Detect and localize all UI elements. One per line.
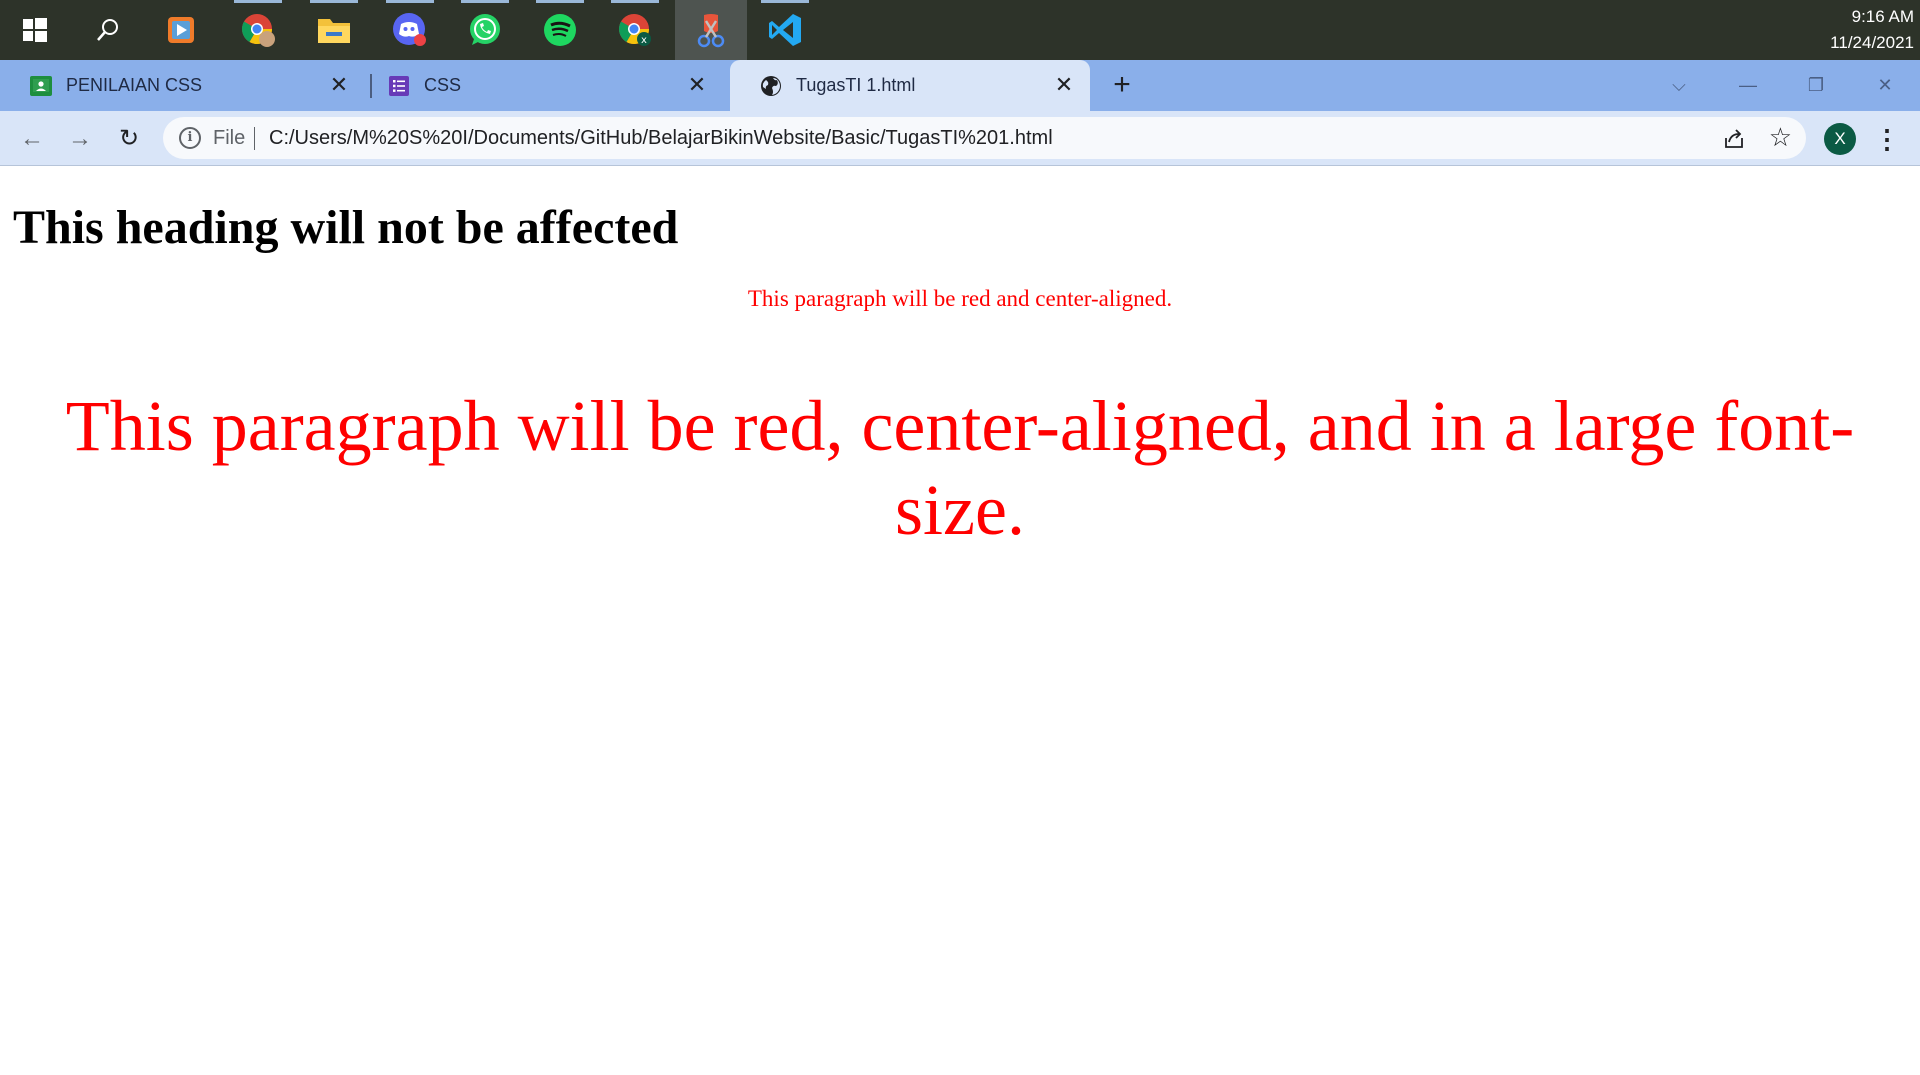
windows-taskbar: x 9:16 AM 11/24/2021	[0, 0, 1920, 60]
chrome-icon[interactable]: x	[605, 0, 665, 60]
restore-window-icon[interactable]: ❐	[1793, 70, 1839, 100]
svg-text:x: x	[641, 35, 647, 46]
clock-time: 9:16 AM	[1851, 7, 1914, 26]
tab-penilaian-css[interactable]: PENILAIAN CSS ✕	[0, 60, 365, 111]
minimize-window-icon[interactable]: —	[1725, 70, 1771, 100]
windows-start-icon[interactable]	[5, 0, 65, 60]
omnibox-divider	[254, 127, 255, 150]
globe-icon	[760, 75, 782, 97]
vscode-icon[interactable]	[755, 0, 815, 60]
tab-tugasti-html[interactable]: TugasTI 1.html ✕	[730, 60, 1090, 111]
large-red-centered-paragraph: This paragraph will be red, center-align…	[65, 386, 1855, 550]
close-window-icon[interactable]: ✕	[1862, 70, 1908, 100]
browser-tab-strip: PENILAIAN CSS ✕ CSS ✕ TugasTI 1.html ✕ +…	[0, 60, 1920, 111]
new-tab-plus-icon[interactable]: +	[1108, 70, 1136, 100]
browser-toolbar: ← → ↻ i File C:/Users/M%20S%20I/Document…	[0, 111, 1920, 166]
whatsapp-icon[interactable]	[455, 0, 515, 60]
system-clock[interactable]: 9:16 AM 11/24/2021	[1804, 4, 1914, 56]
bookmark-star-icon[interactable]: ☆	[1769, 122, 1792, 152]
forward-arrow-icon[interactable]: →	[64, 123, 96, 155]
share-icon[interactable]	[1722, 127, 1746, 151]
reload-icon[interactable]: ↻	[113, 123, 145, 155]
page-content: This heading will not be affected This p…	[0, 167, 1920, 1075]
tab-css[interactable]: CSS ✕	[358, 60, 723, 111]
close-tab-icon[interactable]: ✕	[685, 73, 709, 97]
back-arrow-icon[interactable]: ←	[16, 123, 48, 155]
tab-label: TugasTI 1.html	[796, 75, 916, 95]
site-info-icon[interactable]: i	[179, 127, 201, 149]
chrome-profile-icon[interactable]	[228, 0, 288, 60]
url-text[interactable]: C:/Users/M%20S%20I/Documents/GitHub/Bela…	[269, 127, 1053, 150]
google-classroom-icon	[30, 75, 52, 97]
media-player-icon[interactable]	[151, 0, 211, 60]
clock-date: 11/24/2021	[1830, 33, 1914, 52]
address-bar[interactable]: i File C:/Users/M%20S%20I/Documents/GitH…	[163, 117, 1806, 159]
search-icon[interactable]	[78, 0, 138, 60]
url-scheme-label: File	[213, 127, 246, 149]
google-forms-icon	[388, 75, 410, 97]
profile-avatar[interactable]: X	[1824, 123, 1856, 155]
file-explorer-icon[interactable]	[304, 0, 364, 60]
close-tab-icon[interactable]: ✕	[1052, 73, 1076, 97]
more-menu-icon[interactable]: ⋮	[1874, 123, 1900, 155]
close-tab-icon[interactable]: ✕	[327, 73, 351, 97]
red-centered-paragraph: This paragraph will be red and center-al…	[747, 286, 1173, 311]
page-heading: This heading will not be affected	[13, 201, 679, 254]
tab-label: CSS	[424, 75, 462, 95]
tab-label: PENILAIAN CSS	[66, 75, 203, 95]
discord-icon[interactable]	[380, 0, 440, 60]
tab-search-chevron-icon[interactable]: ⌵	[1656, 70, 1702, 100]
snipping-tool-icon[interactable]	[675, 0, 747, 60]
spotify-icon[interactable]	[530, 0, 590, 60]
